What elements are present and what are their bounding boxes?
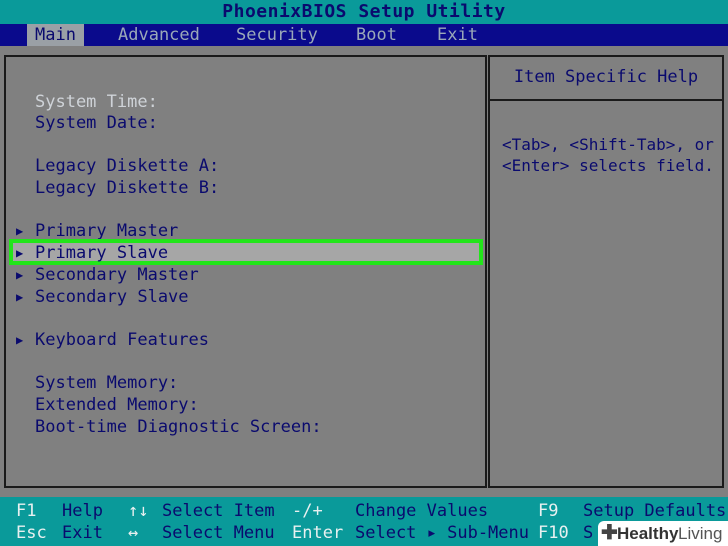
f1-key: F1 — [16, 501, 37, 521]
select-menu-hint: Select Menu — [162, 523, 275, 543]
help-title: Item Specific Help — [513, 67, 699, 87]
leftright-arrows-icon: ↔ — [128, 523, 139, 543]
watermark-brand-suffix: Living — [678, 524, 723, 543]
submenu-arrow-icon: ▶ — [16, 290, 24, 304]
watermark-brand: Healthy — [617, 524, 679, 543]
secondary-master-item[interactable]: Secondary Master — [35, 264, 199, 286]
boot-diagnostic-field[interactable]: Boot-time Diagnostic Screen: — [35, 416, 322, 438]
tab-main[interactable]: Main — [27, 24, 84, 46]
help-hint: Help — [62, 501, 103, 521]
change-values-hint: Change Values — [355, 501, 489, 521]
keyboard-features-item[interactable]: Keyboard Features — [35, 329, 209, 351]
f10-key: F10 — [538, 523, 569, 543]
esc-key: Esc — [16, 523, 47, 543]
secondary-slave-item[interactable]: Secondary Slave — [35, 286, 189, 308]
f9-key: F9 — [538, 501, 559, 521]
updown-arrows-icon: ↑↓ — [128, 501, 149, 521]
tab-security[interactable]: Security — [228, 24, 326, 46]
plus-minus-key: -/+ — [292, 501, 323, 521]
select-item-hint: Select Item — [162, 501, 275, 521]
watermark-logo: ✚ Healthy Living — [598, 521, 728, 546]
help-panel: Item Specific Help <Tab>, <Shift-Tab>, o… — [488, 55, 724, 488]
submenu-arrow-icon: ▶ — [16, 268, 24, 282]
help-text-line: <Tab>, <Shift-Tab>, or — [502, 135, 714, 154]
submenu-arrow-icon: ▶ — [16, 246, 24, 260]
system-time-field[interactable]: System Time: — [35, 91, 158, 113]
exit-hint: Exit — [62, 523, 103, 543]
tab-advanced[interactable]: Advanced — [110, 24, 208, 46]
tab-boot[interactable]: Boot — [348, 24, 405, 46]
setup-defaults-hint: Setup Defaults — [583, 501, 727, 521]
save-exit-hint: S — [583, 523, 594, 543]
system-memory-field: System Memory: — [35, 373, 179, 393]
legacy-diskette-a-field[interactable]: Legacy Diskette A: — [35, 155, 219, 177]
system-date-field[interactable]: System Date: — [35, 112, 158, 134]
extended-memory-field: Extended Memory: — [35, 395, 199, 415]
menu-bar: Main Advanced Security Boot Exit — [0, 24, 728, 46]
help-text-line: <Enter> selects field. — [502, 156, 714, 175]
legacy-diskette-b-field[interactable]: Legacy Diskette B: — [35, 177, 219, 199]
main-settings-panel: System Time: System Date: Legacy Diskett… — [4, 55, 487, 488]
window-title: PhoenixBIOS Setup Utility — [0, 0, 728, 24]
plus-icon: ✚ — [601, 522, 618, 544]
enter-key: Enter — [292, 523, 344, 543]
help-divider — [490, 99, 722, 101]
select-submenu-hint: Select ▸ Sub-Menu — [355, 523, 529, 543]
primary-slave-item[interactable]: Primary Slave — [35, 242, 168, 264]
submenu-arrow-icon: ▶ — [16, 333, 24, 347]
tab-exit[interactable]: Exit — [429, 24, 486, 46]
